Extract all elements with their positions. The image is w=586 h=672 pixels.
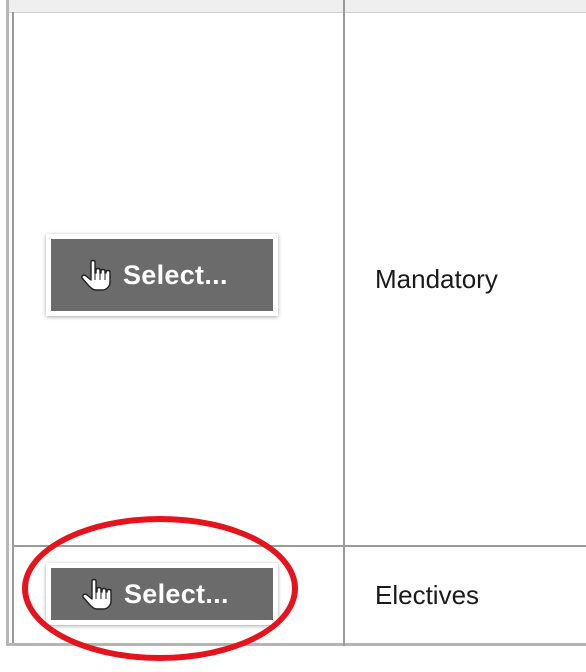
- type-cell-electives: Electives: [375, 580, 480, 610]
- hand-pointer-icon: [78, 576, 114, 612]
- hand-pointer-icon: [77, 257, 113, 293]
- row-divider: [12, 545, 586, 547]
- column-divider: [343, 0, 345, 646]
- table-header-strip: [9, 0, 586, 13]
- select-button-label: Select...: [123, 259, 228, 290]
- table-frame: [6, 0, 586, 646]
- select-button-electives[interactable]: Select...: [46, 563, 278, 625]
- select-button-mandatory[interactable]: Select...: [46, 234, 278, 316]
- type-cell-mandatory: Mandatory: [375, 264, 498, 294]
- select-button-face: Select...: [51, 568, 273, 620]
- select-button-label: Select...: [124, 578, 229, 609]
- select-button-face: Select...: [51, 239, 273, 311]
- table-inner-border: [12, 12, 14, 643]
